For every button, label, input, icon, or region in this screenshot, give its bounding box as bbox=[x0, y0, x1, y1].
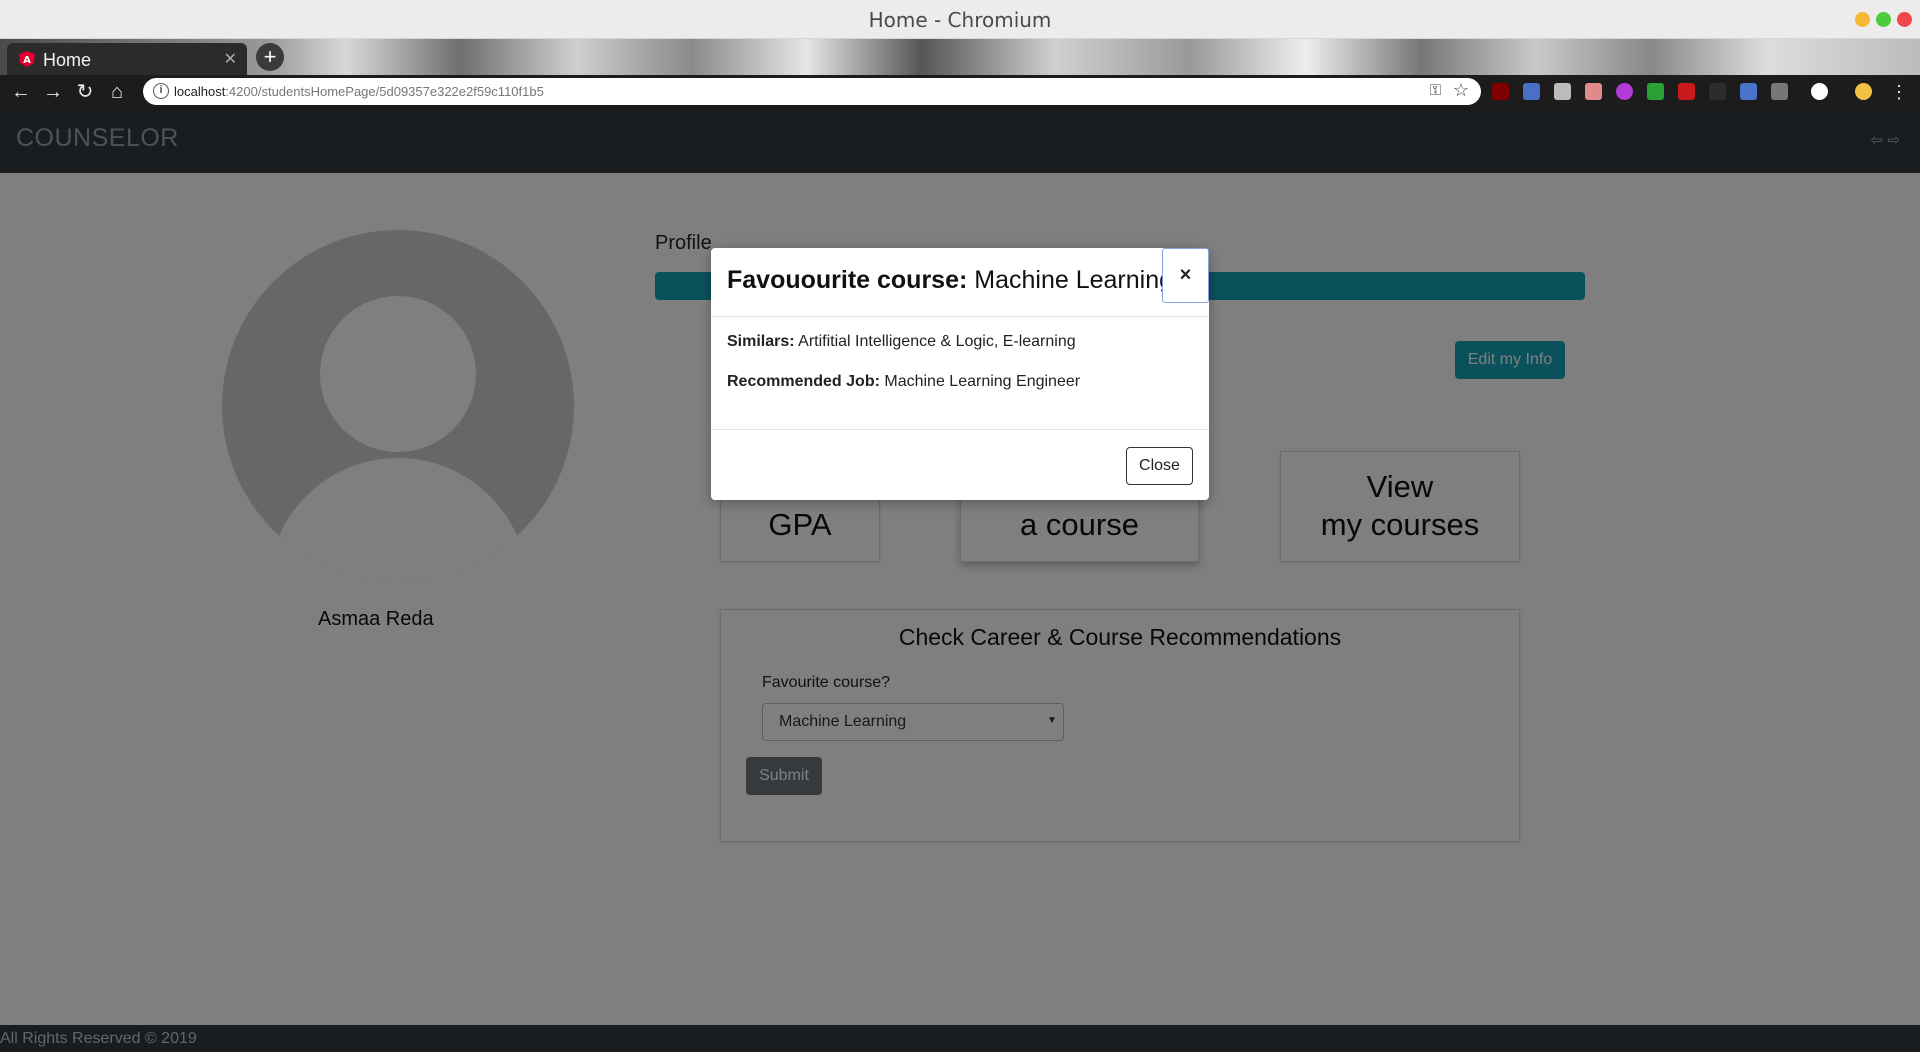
browser-toolbar: ← → ↻ ⌂ i localhost:4200/studentsHomePag… bbox=[0, 75, 1920, 108]
window-controls bbox=[1855, 12, 1912, 27]
bookmark-star-icon[interactable]: ☆ bbox=[1453, 80, 1469, 101]
new-tab-button[interactable]: + bbox=[256, 43, 284, 71]
recommended-job-label: Recommended Job: bbox=[727, 373, 880, 390]
modal-body: Similars: Artifitial Intelligence & Logi… bbox=[727, 333, 1080, 413]
modal-title-value: Machine Learning bbox=[974, 266, 1174, 294]
profile-avatar-icon[interactable] bbox=[1855, 83, 1872, 100]
similars-label: Similars: bbox=[727, 333, 795, 350]
forward-icon[interactable]: → bbox=[40, 79, 66, 105]
back-icon[interactable]: ← bbox=[8, 79, 34, 105]
close-window-button[interactable] bbox=[1897, 12, 1912, 27]
modal-close-x-button[interactable]: × bbox=[1162, 248, 1209, 303]
browser-tab-home[interactable]: A Home ✕ bbox=[7, 43, 247, 75]
reload-icon[interactable]: ↻ bbox=[72, 79, 98, 105]
tab-title: Home bbox=[43, 50, 92, 70]
purple-extension-icon[interactable] bbox=[1616, 83, 1633, 100]
blue-extension-icon[interactable] bbox=[1740, 83, 1757, 100]
window-titlebar: Home - Chromium bbox=[0, 0, 1920, 39]
url-text: localhost:4200/studentsHomePage/5d09357e… bbox=[174, 84, 544, 99]
dark-extension-icon[interactable] bbox=[1709, 83, 1726, 100]
adblock-extension-icon[interactable] bbox=[1678, 83, 1695, 100]
address-bar[interactable]: i localhost:4200/studentsHomePage/5d0935… bbox=[143, 78, 1481, 105]
key-icon[interactable]: ⚿ bbox=[1430, 82, 1441, 99]
recommended-job-row: Recommended Job: Machine Learning Engine… bbox=[727, 373, 1080, 413]
modal-close-button[interactable]: Close bbox=[1126, 447, 1193, 485]
modal-header: Favouourite course: Machine Learning × bbox=[711, 248, 1209, 317]
menu-kebab-icon[interactable]: ⋮ bbox=[1886, 79, 1912, 105]
recommendation-modal: Favouourite course: Machine Learning × S… bbox=[711, 248, 1209, 500]
translate-extension-icon[interactable] bbox=[1523, 83, 1540, 100]
svg-text:A: A bbox=[23, 55, 31, 66]
similars-row: Similars: Artifitial Intelligence & Logi… bbox=[727, 333, 1080, 373]
modal-title-label: Favouourite course: bbox=[727, 266, 968, 294]
url-path: :4200/studentsHomePage/5d09357e322e2f59c… bbox=[225, 84, 544, 99]
site-info-icon[interactable]: i bbox=[153, 83, 169, 99]
tab-close-icon[interactable]: ✕ bbox=[224, 49, 237, 69]
tab-strip: A Home ✕ + bbox=[0, 39, 1920, 75]
modal-title: Favouourite course: Machine Learning bbox=[727, 266, 1173, 295]
app-page: COUNSELOR ⇦ ⇨ Asmaa Reda Profile Edit my… bbox=[0, 108, 1920, 1052]
similars-value: Artifitial Intelligence & Logic, E-learn… bbox=[798, 333, 1076, 350]
cors-extension-icon[interactable] bbox=[1647, 83, 1664, 100]
modal-footer: Close bbox=[711, 429, 1209, 500]
home-icon[interactable]: ⌂ bbox=[104, 79, 130, 105]
page-extension-icon[interactable] bbox=[1554, 83, 1571, 100]
angular-favicon-icon: A bbox=[19, 51, 35, 67]
minimize-window-button[interactable] bbox=[1855, 12, 1870, 27]
recommended-job-value: Machine Learning Engineer bbox=[884, 373, 1081, 390]
window-title: Home - Chromium bbox=[868, 8, 1052, 32]
pen-extension-icon[interactable] bbox=[1585, 83, 1602, 100]
download-extension-icon[interactable] bbox=[1771, 83, 1788, 100]
ublock-extension-icon[interactable] bbox=[1492, 83, 1509, 100]
url-host: localhost bbox=[174, 84, 226, 99]
maximize-window-button[interactable] bbox=[1876, 12, 1891, 27]
chrome-extension-icon[interactable] bbox=[1811, 83, 1828, 100]
